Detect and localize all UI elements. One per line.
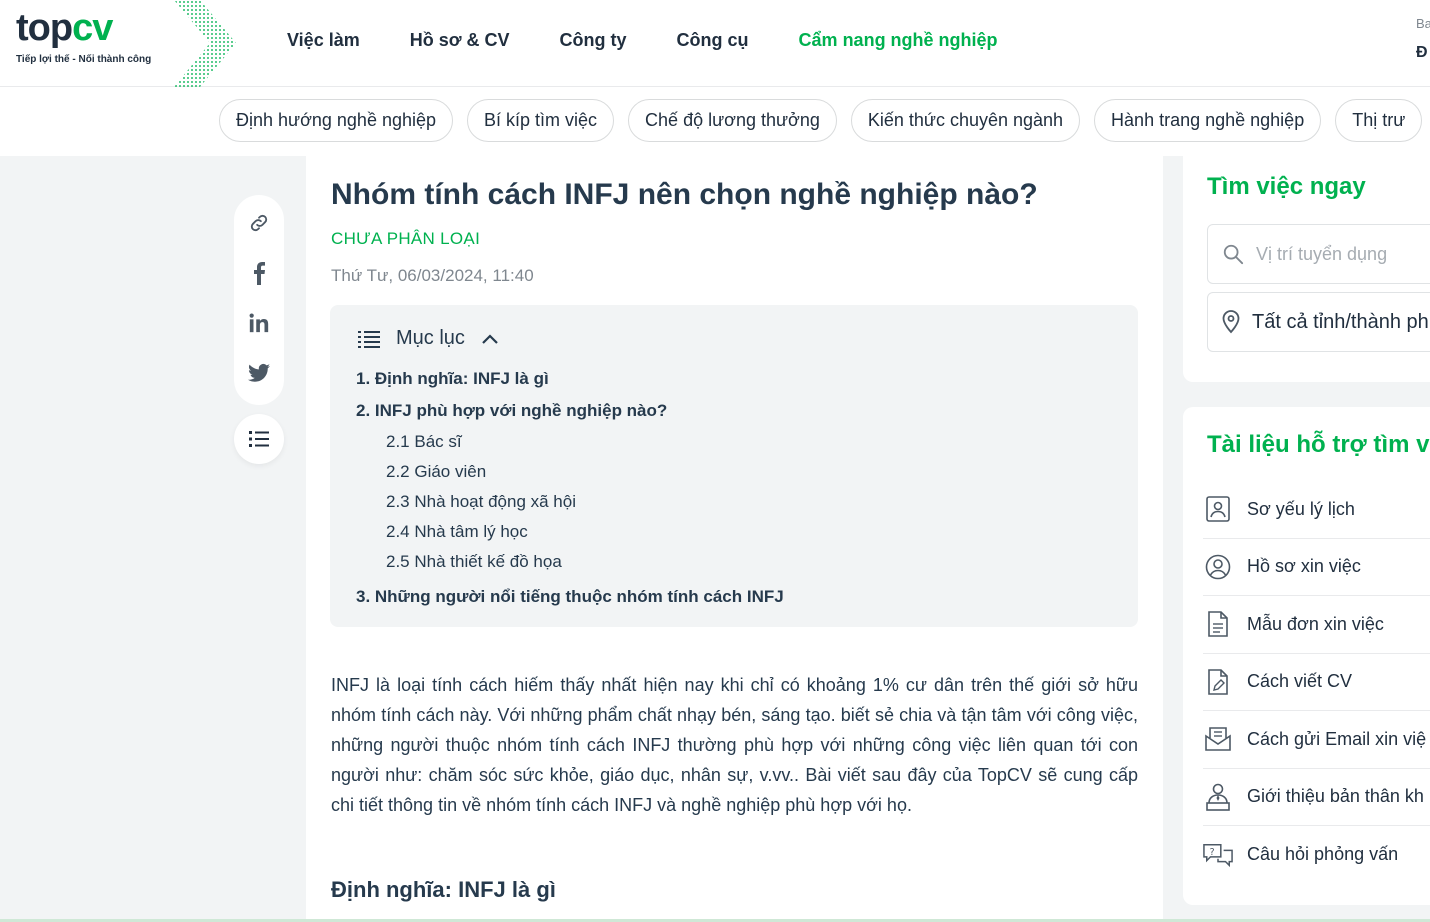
doc-item-label: Sơ yếu lý lịch: [1247, 498, 1355, 519]
location-pin-icon: [1222, 310, 1240, 334]
facebook-icon: [254, 262, 265, 285]
article-category[interactable]: CHƯA PHÂN LOẠI: [331, 229, 480, 249]
share-linkedin-button[interactable]: [239, 303, 279, 343]
linkedin-icon: [249, 313, 269, 333]
chip-salary-benefits[interactable]: Chế độ lương thưởng: [628, 99, 837, 142]
toc-item[interactable]: 2. INFJ phù hợp với nghề nghiệp nào?: [356, 399, 784, 431]
share-facebook-button[interactable]: [239, 253, 279, 293]
doc-item-write-cv[interactable]: Cách viết CV: [1203, 654, 1430, 711]
doc-item-resume[interactable]: Sơ yếu lý lịch: [1203, 481, 1430, 539]
twitter-icon: [248, 363, 270, 382]
toc-subitem[interactable]: 2.1 Bác sĩ: [356, 431, 784, 461]
share-twitter-button[interactable]: [239, 353, 279, 393]
nav-career-guide[interactable]: Cẩm nang nghề nghiệp: [799, 30, 998, 51]
doc-item-label: Giới thiệu bản thân kh: [1247, 786, 1424, 807]
article-intro: INFJ là loại tính cách hiếm thấy nhất hi…: [331, 675, 1138, 815]
job-docs-title: Tài liệu hỗ trợ tìm v: [1207, 431, 1430, 458]
nav-companies[interactable]: Công ty: [560, 30, 627, 51]
list-icon: [249, 431, 269, 447]
chevron-up-icon[interactable]: [481, 333, 499, 345]
doc-item-label: Câu hỏi phỏng vấn: [1247, 844, 1399, 865]
main-nav: Việc làm Hồ sơ & CV Công ty Công cụ Cẩm …: [287, 30, 1048, 51]
table-of-contents: Mục lục 1. Định nghĩa: INFJ là gì 2. INF…: [330, 305, 1138, 627]
share-bar: [234, 195, 284, 405]
toc-toggle-button[interactable]: [234, 414, 284, 464]
presenter-icon: [1203, 782, 1233, 812]
email-icon: [1203, 724, 1233, 754]
article-date: Thứ Tư, 06/03/2024, 11:40: [331, 266, 534, 285]
job-docs-card: Tài liệu hỗ trợ tìm v Sơ yếu lý lịch Hồ …: [1183, 407, 1430, 905]
job-search-title: Tìm việc ngay: [1207, 173, 1366, 200]
toc-header[interactable]: Mục lục: [358, 327, 499, 350]
header-right-action[interactable]: Đ: [1416, 44, 1428, 62]
category-chip-bar: Định hướng nghề nghiệp Bí kíp tìm việc C…: [0, 87, 1430, 156]
chip-career-essentials[interactable]: Hành trang nghề nghiệp: [1094, 99, 1322, 142]
nav-tools[interactable]: Công cụ: [677, 30, 749, 51]
doc-item-application-profile[interactable]: Hồ sơ xin việc: [1203, 539, 1430, 596]
chip-career-orientation[interactable]: Định hướng nghề nghiệp: [219, 99, 454, 142]
header-right-label[interactable]: Ba: [1416, 16, 1430, 31]
chip-job-search-tips[interactable]: Bí kíp tìm việc: [467, 99, 615, 142]
toc-subitem[interactable]: 2.3 Nhà hoạt động xã hội: [356, 491, 784, 521]
location-value: Tất cả tỉnh/thành ph: [1252, 310, 1429, 333]
doc-item-label: Cách viết CV: [1247, 671, 1353, 692]
document-icon: [1203, 609, 1233, 639]
section-heading: Định nghĩa: INFJ là gì: [331, 877, 556, 902]
copy-link-button[interactable]: [239, 203, 279, 243]
doc-item-label: Cách gửi Email xin việ: [1247, 728, 1427, 749]
position-placeholder: Vị trí tuyển dụng: [1256, 243, 1388, 264]
site-header: topcv Tiếp lợi thế - Nối thành công Việc…: [0, 0, 1430, 87]
chip-market[interactable]: Thị trư: [1335, 99, 1423, 142]
toc-list: 1. Định nghĩa: INFJ là gì 2. INFJ phù hợ…: [356, 367, 784, 617]
doc-item-interview-questions[interactable]: ? Câu hỏi phỏng vấn: [1203, 826, 1430, 884]
logo-wordmark: topcv: [16, 7, 113, 49]
list-icon: [358, 330, 380, 348]
doc-item-self-intro[interactable]: Giới thiệu bản thân kh: [1203, 769, 1430, 826]
toc-item[interactable]: 3. Những người nổi tiếng thuộc nhóm tính…: [356, 585, 784, 617]
toc-subitem[interactable]: 2.2 Giáo viên: [356, 461, 784, 491]
toc-subitem[interactable]: 2.5 Nhà thiết kế đồ họa: [356, 551, 784, 581]
doc-item-send-email[interactable]: Cách gửi Email xin việ: [1203, 711, 1430, 769]
user-circle-icon: [1203, 552, 1233, 582]
toc-item[interactable]: 1. Định nghĩa: INFJ là gì: [356, 367, 784, 399]
question-chat-icon: ?: [1203, 840, 1233, 870]
profile-card-icon: [1203, 494, 1233, 524]
topcv-logo[interactable]: topcv Tiếp lợi thế - Nối thành công: [16, 8, 151, 65]
location-select[interactable]: Tất cả tỉnh/thành ph: [1207, 292, 1430, 352]
job-search-card: Tìm việc ngay Vị trí tuyển dụng Tất cả t…: [1183, 156, 1430, 382]
toc-subitem[interactable]: 2.4 Nhà tâm lý học: [356, 521, 784, 551]
logo-arrow-decoration: [174, 0, 236, 87]
doc-item-label: Mẫu đơn xin việc: [1247, 613, 1384, 634]
nav-jobs[interactable]: Việc làm: [287, 30, 360, 51]
doc-item-application-form[interactable]: Mẫu đơn xin việc: [1203, 596, 1430, 654]
logo-tagline: Tiếp lợi thế - Nối thành công: [16, 54, 152, 65]
nav-profile-cv[interactable]: Hồ sơ & CV: [410, 30, 510, 51]
edit-document-icon: [1203, 667, 1233, 697]
position-search-input[interactable]: Vị trí tuyển dụng: [1207, 224, 1430, 284]
search-icon: [1223, 244, 1244, 265]
link-icon: [250, 214, 268, 232]
chip-industry-knowledge[interactable]: Kiến thức chuyên ngành: [850, 99, 1081, 142]
doc-list: Sơ yếu lý lịch Hồ sơ xin việc Mẫu đơn xi…: [1203, 481, 1430, 884]
doc-item-label: Hồ sơ xin việc: [1247, 556, 1361, 577]
toc-title: Mục lục: [396, 327, 465, 349]
article-title: Nhóm tính cách INFJ nên chọn nghề nghiệp…: [331, 178, 1038, 211]
svg-text:?: ?: [1210, 847, 1215, 858]
